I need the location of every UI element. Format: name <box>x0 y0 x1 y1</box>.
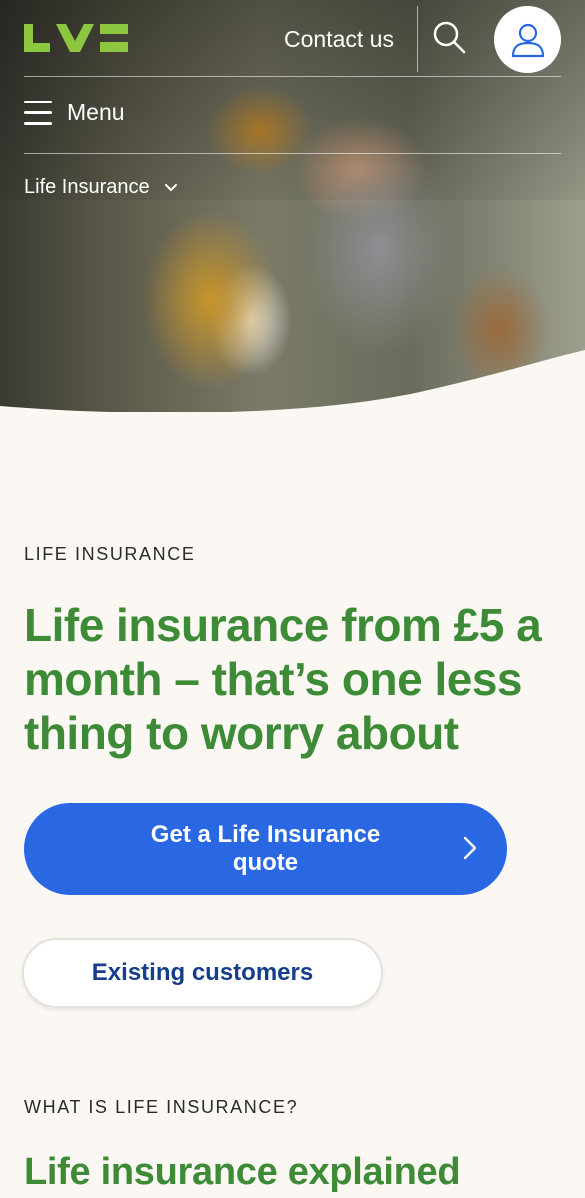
account-button[interactable] <box>494 6 561 73</box>
lv-logo-icon <box>24 24 128 52</box>
contact-us-link[interactable]: Contact us <box>284 26 394 53</box>
chevron-down-icon <box>164 183 177 191</box>
menu-separator <box>24 153 561 154</box>
lv-logo[interactable] <box>24 24 128 57</box>
get-quote-button[interactable]: Get a Life Insurance quote <box>24 803 507 895</box>
section-heading: Life insurance explained <box>24 1151 461 1193</box>
header-separator <box>24 76 561 77</box>
chevron-right-icon <box>463 836 477 860</box>
user-icon <box>511 23 544 57</box>
search-button[interactable] <box>430 18 470 58</box>
section-eyebrow: WHAT IS LIFE INSURANCE? <box>24 1097 299 1117</box>
page-title: Life insurance from £5 a month – that’s … <box>24 599 542 759</box>
hero-curve <box>0 350 585 412</box>
breadcrumb-label: Life Insurance <box>24 176 150 198</box>
existing-customers-button[interactable]: Existing customers <box>22 938 383 1008</box>
header-divider <box>417 6 418 72</box>
menu-button[interactable]: Menu <box>24 99 125 126</box>
search-icon <box>433 21 466 54</box>
hero-image <box>0 0 585 412</box>
breadcrumb-dropdown[interactable]: Life Insurance <box>24 176 178 199</box>
hamburger-icon <box>24 100 52 125</box>
menu-label: Menu <box>67 99 125 125</box>
get-quote-label: Get a Life Insurance quote <box>150 821 381 876</box>
hero-eyebrow: LIFE INSURANCE <box>24 544 196 564</box>
